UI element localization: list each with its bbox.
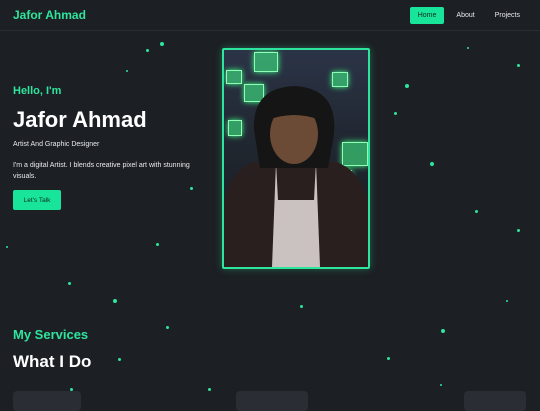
lets-talk-button[interactable]: Let's Talk	[13, 190, 61, 210]
particle	[441, 329, 445, 333]
particle	[440, 384, 442, 386]
particle	[430, 162, 434, 166]
particle	[113, 299, 117, 303]
particle	[160, 42, 164, 46]
nav-projects[interactable]: Projects	[487, 7, 528, 24]
particle	[517, 229, 520, 232]
service-card[interactable]	[464, 391, 526, 411]
services-eyebrow: My Services	[13, 327, 89, 342]
particle	[156, 243, 159, 246]
particle	[387, 357, 390, 360]
particle	[6, 246, 8, 248]
particle	[208, 388, 211, 391]
services-heading: What I Do	[13, 352, 92, 371]
hero-portrait	[222, 48, 370, 269]
particle	[126, 70, 128, 72]
hero-description: I'm a digital Artist. I blends creative …	[13, 162, 190, 180]
particle	[475, 210, 478, 213]
particle	[405, 84, 409, 88]
particle	[300, 305, 303, 308]
brand-logo[interactable]: Jafor Ahmad	[13, 8, 86, 22]
particle	[506, 300, 508, 302]
particle	[394, 112, 397, 115]
service-card[interactable]	[13, 391, 81, 411]
particle	[467, 47, 469, 49]
particle	[68, 282, 71, 285]
hero-role: Artist And Graphic Designer	[13, 141, 100, 148]
nav-home[interactable]: Home	[409, 6, 445, 24]
person-silhouette	[224, 86, 368, 267]
hero-name: Jafor Ahmad	[13, 107, 147, 132]
particle	[118, 358, 121, 361]
service-card[interactable]	[236, 391, 308, 411]
particle	[190, 187, 193, 190]
main-nav: Home About Projects	[406, 6, 528, 24]
particle	[166, 326, 169, 329]
particle	[146, 49, 149, 52]
top-navbar: Jafor Ahmad Home About Projects	[0, 0, 540, 31]
particle	[517, 64, 520, 67]
nav-about[interactable]: About	[448, 7, 482, 24]
hero-greeting: Hello, I'm	[13, 85, 62, 97]
